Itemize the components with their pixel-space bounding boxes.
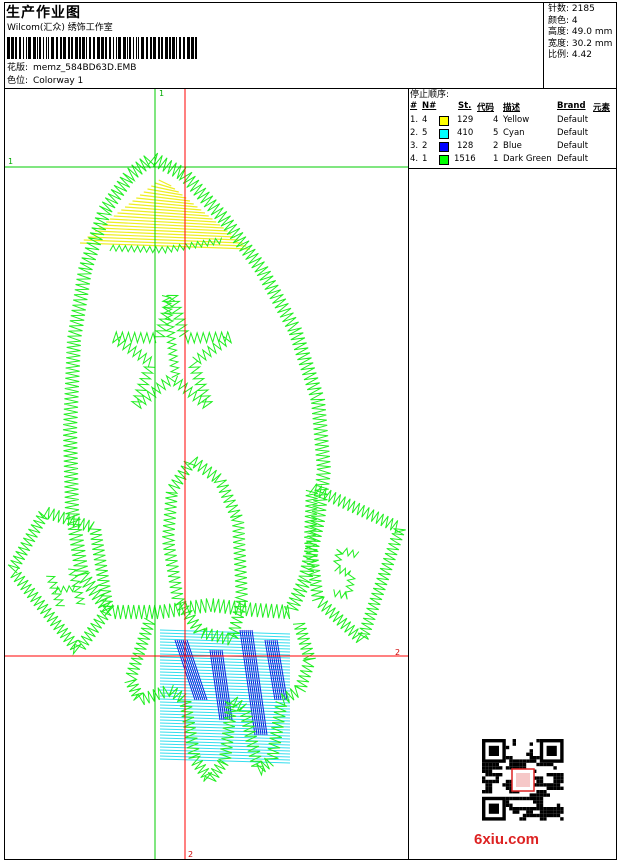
color-swatch-yellow (439, 116, 449, 126)
color-table-header: # N# St. 代码 描述 Brand 元素 (409, 101, 617, 113)
stop-sequence-heading: 停止顺序: (410, 90, 450, 100)
col-index: # (410, 101, 418, 111)
green-horizontal-guide-label: 1 (8, 157, 13, 166)
col-stitches: St. (458, 101, 472, 111)
colorway-label: 色位: (7, 76, 29, 86)
design-file-name: memz_584BD63D.EMB (33, 63, 137, 73)
col-code: 代码 (477, 103, 495, 113)
spec-stitches: 针数: 2185 (548, 4, 595, 14)
spec-colors: 颜色: 4 (548, 15, 578, 26)
red-vertical-guide-label: 2 (188, 850, 193, 859)
color-row: 2. 5 410 5 Cyan Default (410, 128, 589, 139)
page-title: 生产作业图 (6, 5, 81, 21)
col-needle: N# (422, 101, 437, 111)
color-swatch-cyan (439, 129, 449, 139)
embroidery-design-canvas: 1 1 2 2 (5, 89, 408, 859)
spec-width: 宽度: 30.2 mm (548, 38, 613, 49)
color-row: 4. 1 1516 1 Dark Green Default (410, 154, 589, 165)
qr-code (482, 739, 564, 821)
spec-height: 高度: 49.0 mm (548, 27, 613, 38)
company-name: Wilcom(汇众) 绣饰工作室 (7, 23, 113, 33)
right-fin-outline (303, 483, 406, 644)
spec-scale: 比例: 4.42 (548, 50, 592, 61)
design-label: 花版: (7, 63, 29, 73)
col-brand: Brand (557, 101, 586, 111)
star-emblem (112, 294, 233, 410)
color-swatch-green (439, 155, 449, 165)
color-swatch-blue (439, 142, 449, 152)
col-description: 描述 (503, 103, 521, 113)
col-element: 元素 (593, 103, 611, 113)
barcode (7, 37, 197, 59)
color-row: 1. 4 129 4 Yellow Default (410, 115, 589, 126)
red-horizontal-guide-label: 2 (395, 648, 400, 657)
green-vertical-guide-label: 1 (159, 89, 164, 98)
watermark-logo: 6xiu.com (474, 831, 540, 848)
color-row: 3. 2 128 2 Blue Default (410, 141, 589, 152)
rocket-body-outline (62, 152, 331, 620)
right-fin-letter (332, 547, 360, 600)
specs-panel: 针数: 2185 颜色: 4 高度: 49.0 mm 宽度: 30.2 mm 比… (548, 4, 612, 62)
left-fin-outline (7, 506, 114, 656)
colorway-value: Colorway 1 (33, 76, 84, 86)
center-fin-outline (162, 456, 248, 646)
